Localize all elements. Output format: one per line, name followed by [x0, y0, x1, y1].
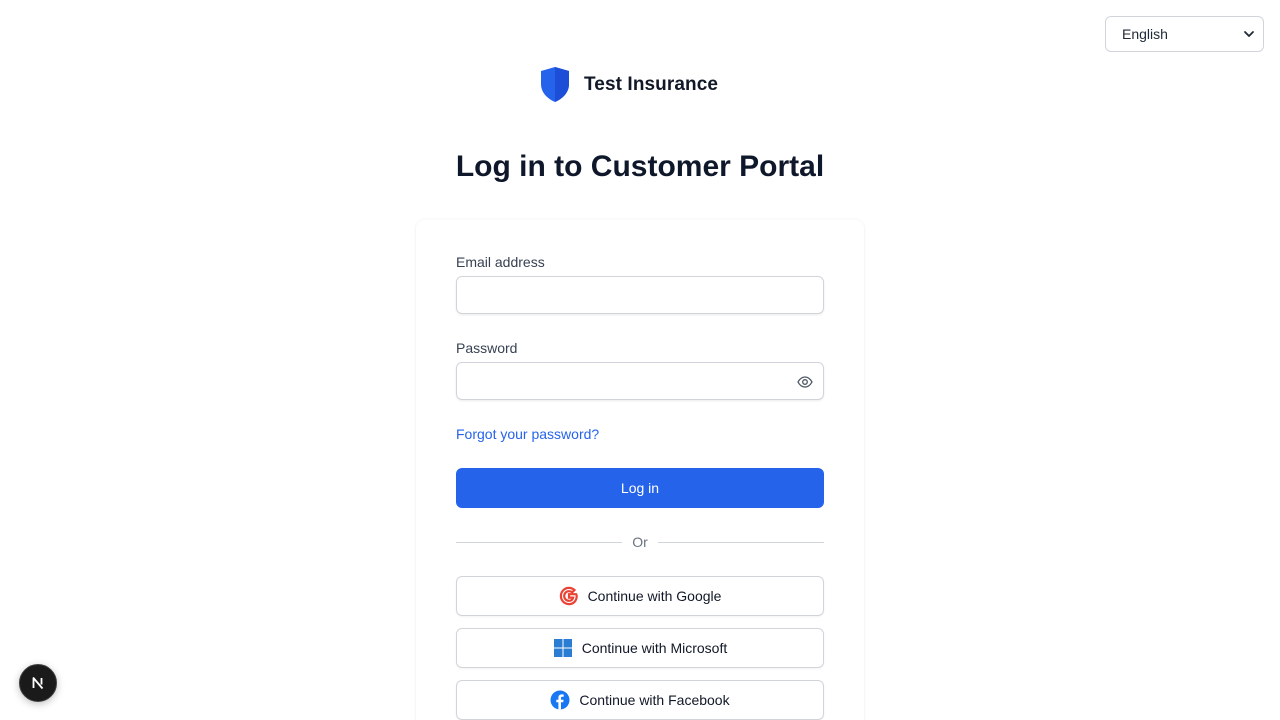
divider-line-right [657, 541, 824, 543]
forgot-password-link[interactable]: Forgot your password? [456, 426, 599, 442]
shield-icon [541, 67, 569, 102]
microsoft-login-button[interactable]: Continue with Microsoft [456, 628, 824, 668]
chevron-down-icon [1244, 31, 1254, 37]
brand-header: Test Insurance [540, 66, 718, 103]
brand-name: Test Insurance [584, 73, 719, 95]
show-password-button[interactable] [797, 374, 813, 390]
language-select[interactable]: English [1105, 16, 1264, 52]
password-field[interactable] [457, 363, 823, 399]
nextjs-dev-badge[interactable] [19, 664, 57, 702]
or-divider: Or [456, 532, 824, 552]
email-field[interactable] [457, 277, 823, 313]
email-field-wrapper [456, 276, 824, 314]
nextjs-logo-icon [32, 677, 44, 690]
microsoft-login-label: Continue with Microsoft [581, 640, 728, 656]
google-login-label: Continue with Google [587, 588, 722, 604]
password-label: Password [456, 340, 518, 356]
facebook-login-label: Continue with Facebook [579, 692, 730, 708]
password-field-wrapper [456, 362, 824, 400]
eye-icon [797, 376, 813, 388]
divider-line-left [456, 541, 623, 543]
login-card: Email address Password Forgot your passw… [416, 220, 864, 720]
facebook-login-button[interactable]: Continue with Facebook [456, 680, 824, 720]
facebook-icon [550, 690, 570, 710]
google-login-button[interactable]: Continue with Google [456, 576, 824, 616]
divider-text: Or [632, 534, 648, 550]
page-title: Log in to Customer Portal [455, 150, 825, 183]
google-icon [559, 586, 579, 606]
microsoft-icon [553, 638, 573, 658]
login-button[interactable]: Log in [456, 468, 824, 508]
email-label: Email address [456, 254, 545, 270]
login-page: English Test Insurance Log in to Custome… [0, 0, 1280, 720]
language-select-value: English [1122, 26, 1168, 42]
